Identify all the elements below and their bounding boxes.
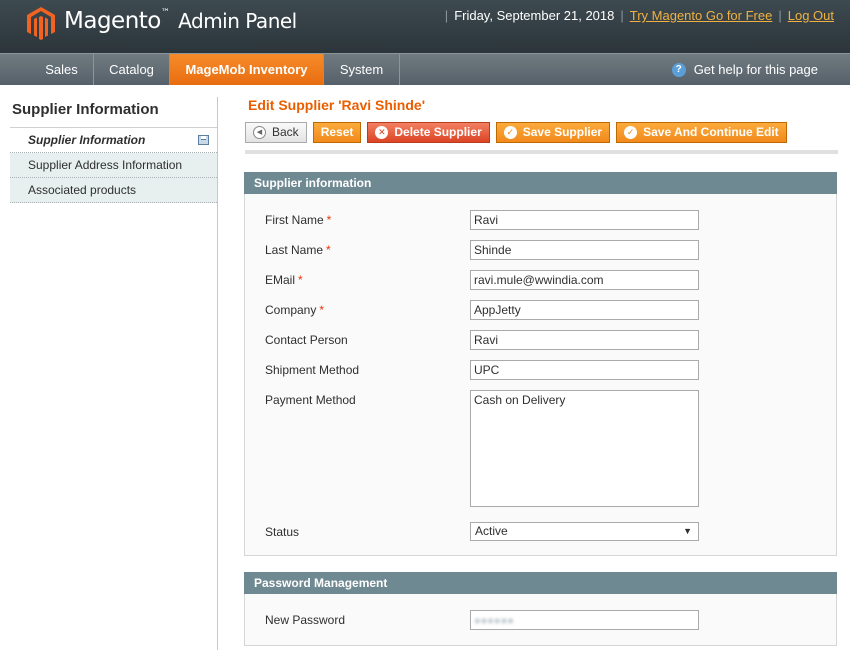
delete-button-label: Delete Supplier xyxy=(394,125,482,139)
password-section-header: Password Management xyxy=(244,572,837,594)
email-label: EMail * xyxy=(265,273,303,287)
nav-item-system[interactable]: System xyxy=(324,54,400,85)
sidebar-title: Supplier Information xyxy=(10,97,217,128)
payment-method-textarea[interactable]: Cash on Delivery xyxy=(470,390,699,507)
delete-supplier-button[interactable]: ✕ Delete Supplier xyxy=(367,122,490,143)
first-name-label: First Name * xyxy=(265,213,332,227)
header-date: Friday, September 21, 2018 xyxy=(454,8,615,23)
password-mask: ●●●●●● xyxy=(474,615,514,627)
dropdown-arrow-icon: ▼ xyxy=(683,526,692,536)
new-password-label: New Password xyxy=(265,613,346,627)
app-title-main: Magento xyxy=(64,8,161,34)
header-links: | Friday, September 21, 2018 | Try Magen… xyxy=(444,8,834,23)
supplier-section-body: First Name* Last Name* EMail* Company* C… xyxy=(244,194,837,556)
payment-method-label: Payment Method xyxy=(265,393,356,407)
password-section-body: New Password ●●●●●● xyxy=(244,594,837,646)
magento-logo-icon xyxy=(27,7,55,40)
checkmark-icon: ✓ xyxy=(624,126,638,139)
app-title: Magento™ Admin Panel xyxy=(64,8,297,34)
contact-person-input[interactable] xyxy=(470,330,699,350)
back-button[interactable]: ◀ Back xyxy=(245,122,307,143)
sidebar-item-label: Supplier Information xyxy=(28,133,146,147)
back-arrow-icon: ◀ xyxy=(253,126,266,139)
sidebar-item-associated-products[interactable]: Associated products xyxy=(10,178,217,203)
new-password-input[interactable]: ●●●●●● xyxy=(470,610,699,630)
app-subtitle: Admin Panel xyxy=(178,9,297,33)
save-disk-icon xyxy=(198,135,209,145)
contact-person-label: Contact Person xyxy=(265,333,348,347)
supplier-section-header: Supplier information xyxy=(244,172,837,194)
sidebar: Supplier Information Supplier Informatio… xyxy=(10,97,218,650)
sidebar-item-supplier-address[interactable]: Supplier Address Information xyxy=(10,153,217,178)
help-link[interactable]: ? Get help for this page xyxy=(671,54,818,85)
help-label: Get help for this page xyxy=(693,62,818,77)
divider xyxy=(245,150,838,154)
status-label: Status xyxy=(265,525,300,539)
company-input[interactable] xyxy=(470,300,699,320)
sidebar-item-supplier-information[interactable]: Supplier Information xyxy=(10,128,217,153)
checkmark-icon: ✓ xyxy=(503,126,517,139)
main-nav: Sales Catalog MageMob Inventory System ?… xyxy=(0,53,850,85)
nav-item-magemob-inventory[interactable]: MageMob Inventory xyxy=(170,54,324,85)
last-name-label: Last Name * xyxy=(265,243,331,257)
company-label: Company * xyxy=(265,303,325,317)
save-supplier-button[interactable]: ✓ Save Supplier xyxy=(495,122,611,143)
delete-x-icon: ✕ xyxy=(375,126,389,139)
reset-button[interactable]: Reset xyxy=(312,122,362,143)
action-buttons: ◀ Back Reset ✕ Delete Supplier ✓ Save Su… xyxy=(245,122,787,143)
status-value: Active xyxy=(475,524,508,538)
shipment-method-label: Shipment Method xyxy=(265,363,360,377)
save-continue-button[interactable]: ✓ Save And Continue Edit xyxy=(616,122,787,143)
nav-item-sales[interactable]: Sales xyxy=(30,54,94,85)
save-button-label: Save Supplier xyxy=(522,125,603,139)
status-select[interactable]: Active ▼ xyxy=(470,522,699,541)
help-icon: ? xyxy=(671,62,686,77)
back-button-label: Back xyxy=(272,125,299,139)
first-name-input[interactable] xyxy=(470,210,699,230)
nav-item-catalog[interactable]: Catalog xyxy=(94,54,170,85)
header-bar: Magento™ Admin Panel | Friday, September… xyxy=(0,0,850,53)
shipment-method-input[interactable] xyxy=(470,360,699,380)
save-continue-label: Save And Continue Edit xyxy=(643,125,779,139)
page-title: Edit Supplier 'Ravi Shinde' xyxy=(248,97,426,113)
logout-link[interactable]: Log Out xyxy=(788,8,834,23)
email-input[interactable] xyxy=(470,270,699,290)
last-name-input[interactable] xyxy=(470,240,699,260)
try-magento-go-link[interactable]: Try Magento Go for Free xyxy=(630,8,773,23)
